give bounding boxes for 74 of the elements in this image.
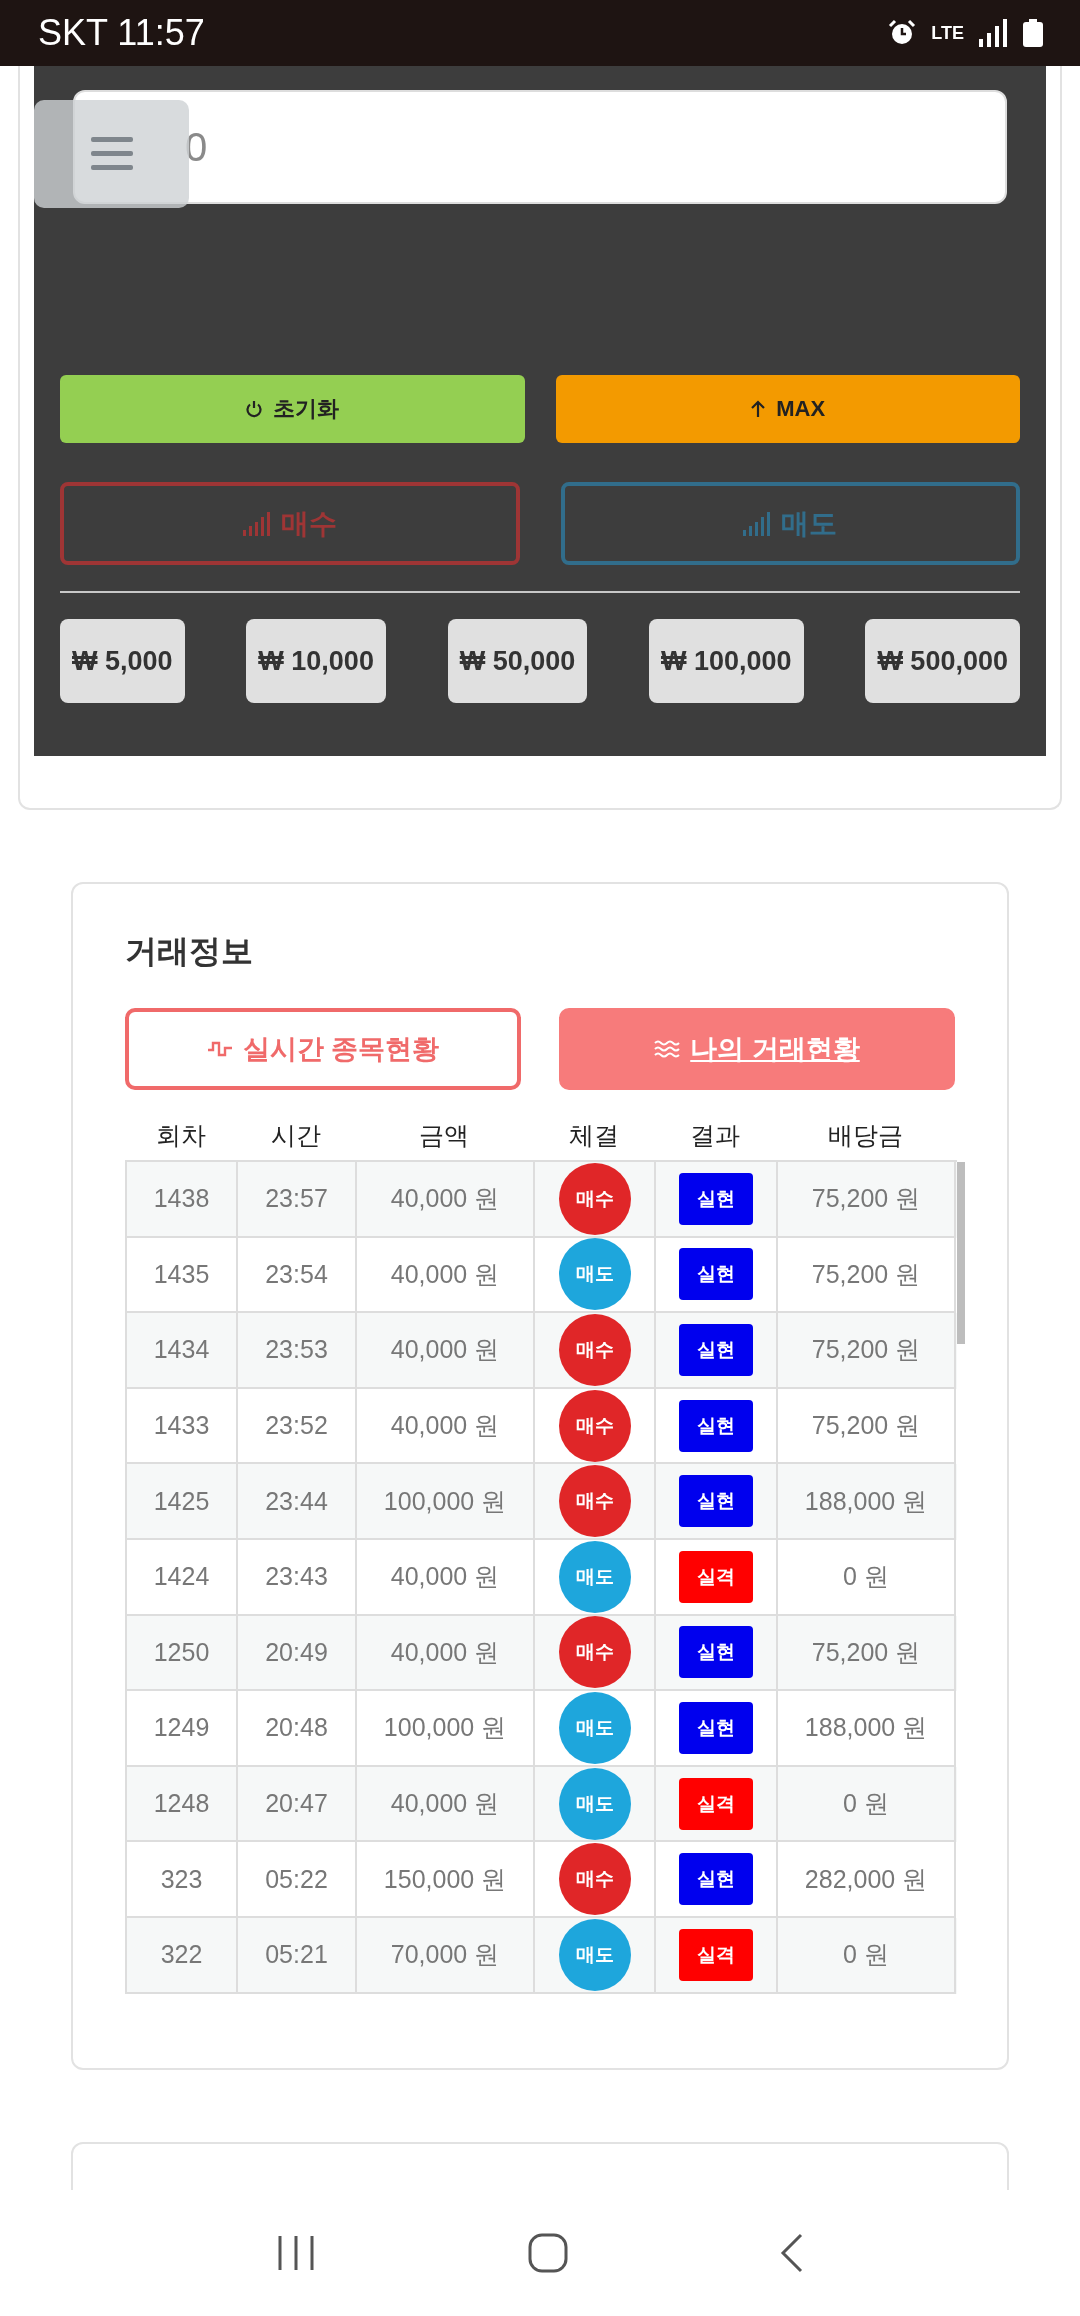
side-badge: 매수: [558, 1162, 631, 1235]
side-badge: 매수: [558, 1616, 631, 1689]
table-cell: 1438: [127, 1162, 238, 1238]
amount-button[interactable]: ₩ 100,000: [649, 619, 804, 703]
back-icon[interactable]: [780, 2233, 804, 2273]
table-cell: 05:21: [238, 1917, 357, 1994]
side-badge: 매수: [558, 1314, 631, 1386]
table-cell: 40,000 원: [357, 1615, 535, 1692]
column-header: 회차: [154, 1120, 207, 1152]
result-badge: 실현: [679, 1248, 753, 1301]
table-cell: 1248: [127, 1766, 238, 1843]
section-title: 거래정보: [125, 931, 254, 972]
side-badge: 매수: [558, 1389, 631, 1462]
table-cell: 322: [127, 1917, 238, 1994]
result-badge: 실현: [679, 1701, 753, 1754]
amount-button[interactable]: ₩ 10,000: [246, 619, 386, 703]
reset-button[interactable]: 초기화: [60, 375, 525, 443]
table-cell: 0 원: [778, 1917, 956, 1994]
bars-icon: [242, 511, 271, 536]
recent-apps-icon[interactable]: [276, 2234, 316, 2272]
arrow-up-icon: [750, 400, 767, 418]
table-cell: 0 원: [778, 1766, 956, 1843]
table-cell: 70,000 원: [357, 1917, 535, 1994]
result-badge: 실격: [679, 1777, 753, 1830]
signal-icon: [978, 19, 1008, 47]
table-cell: 20:47: [238, 1766, 357, 1843]
network-label: LTE: [931, 22, 964, 44]
table-cell: 75,200 원: [778, 1313, 956, 1389]
menu-icon: [90, 137, 133, 171]
carrier-time: SKT 11:57: [38, 12, 205, 54]
pulse-icon: [206, 1039, 233, 1059]
side-badge: 매도: [558, 1238, 631, 1311]
amount-button[interactable]: ₩ 5,000: [60, 619, 185, 703]
side-badge: 매도: [558, 1540, 631, 1613]
column-header: 결과: [689, 1120, 741, 1152]
table-cell: 188,000 원: [778, 1464, 956, 1540]
result-badge: 실현: [679, 1399, 753, 1452]
waves-icon: [654, 1040, 681, 1058]
table-cell: 23:53: [238, 1313, 357, 1389]
home-icon[interactable]: [528, 2233, 568, 2273]
amount-button[interactable]: ₩ 500,000: [865, 619, 1020, 703]
power-icon: [245, 400, 264, 418]
result-badge: 실현: [679, 1475, 753, 1528]
scrollbar[interactable]: [957, 1162, 965, 1344]
table-cell: 40,000 원: [357, 1313, 535, 1389]
table-cell: 23:57: [238, 1162, 357, 1238]
max-button[interactable]: MAX: [555, 375, 1020, 443]
result-badge: 실현: [679, 1324, 753, 1376]
table-cell: 40,000 원: [357, 1766, 535, 1843]
side-badge: 매도: [558, 1691, 631, 1764]
table-cell: 1250: [127, 1615, 238, 1692]
side-badge: 매수: [558, 1843, 631, 1916]
bars-icon: [743, 511, 772, 536]
column-header: 시간: [269, 1120, 322, 1152]
result-badge: 실현: [679, 1626, 753, 1679]
table-cell: 1434: [127, 1313, 238, 1389]
side-badge: 매도: [558, 1767, 631, 1840]
result-badge: 실현: [679, 1172, 753, 1225]
table-cell: 100,000 원: [357, 1464, 535, 1540]
column-header: 배당금: [826, 1120, 904, 1152]
column-header: 금액: [418, 1120, 470, 1152]
table-cell: 75,200 원: [778, 1615, 956, 1692]
result-badge: 실격: [679, 1550, 753, 1603]
result-badge: 실현: [679, 1853, 753, 1906]
side-badge: 매도: [558, 1918, 631, 1991]
result-badge: 실격: [679, 1928, 753, 1981]
battery-icon: [1022, 19, 1044, 47]
amount-button[interactable]: ₩ 50,000: [447, 619, 588, 703]
table-cell: 40,000 원: [357, 1162, 535, 1238]
table-cell: 23:44: [238, 1464, 357, 1540]
side-badge: 매수: [558, 1465, 631, 1538]
table-cell: 1425: [127, 1464, 238, 1540]
column-header: 체결: [567, 1120, 620, 1152]
table-cell: 20:49: [238, 1615, 357, 1692]
